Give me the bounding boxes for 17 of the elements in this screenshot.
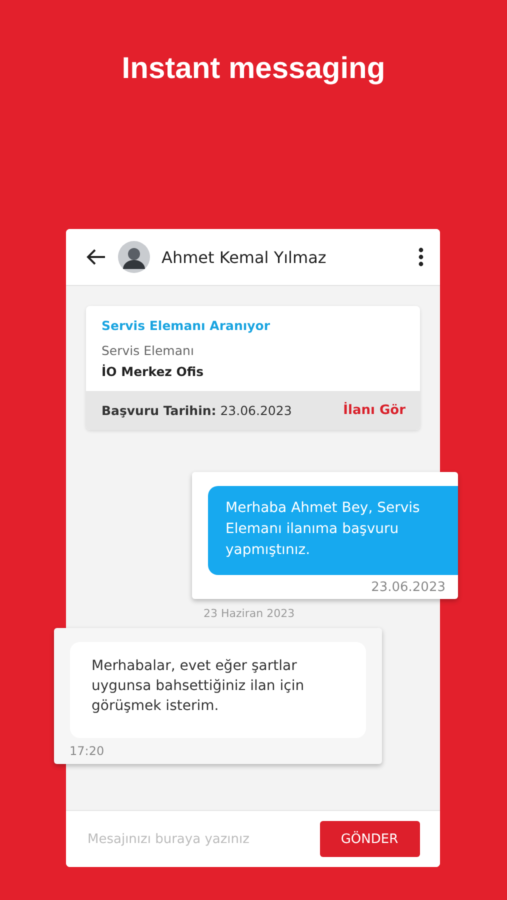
message-time: 17:20 xyxy=(70,743,104,758)
application-date: Başvuru Tarihin: 23.06.2023 xyxy=(102,403,292,418)
message-time: 23.06.2023 xyxy=(371,579,446,595)
send-button[interactable]: GÖNDER xyxy=(320,821,420,857)
back-arrow-icon[interactable] xyxy=(86,248,106,266)
received-message: Merhabalar, evet eğer şartlar uygunsa bahsettiğiniz ilan için görüşmek isterim. xyxy=(70,642,366,738)
job-title: Servis Elemanı Aranıyor xyxy=(102,318,272,333)
avatar-icon xyxy=(118,241,150,273)
job-position: Servis Elemanı xyxy=(102,343,195,358)
company-name: İO Merkez Ofis xyxy=(102,364,205,379)
contact-name: Ahmet Kemal Yılmaz xyxy=(162,248,328,266)
sent-message: Merhaba Ahmet Bey, Servis Elemanı ilanıma başvuru yapmıştınız. xyxy=(208,486,458,575)
view-listing-link[interactable]: İlanı Gör xyxy=(343,403,406,418)
message-input[interactable]: Mesajınızı buraya yazınız xyxy=(86,830,320,848)
headline: Instant messaging xyxy=(122,52,386,86)
date-label: 23 Haziran 2023 xyxy=(204,607,296,620)
more-options-icon[interactable] xyxy=(418,247,424,267)
